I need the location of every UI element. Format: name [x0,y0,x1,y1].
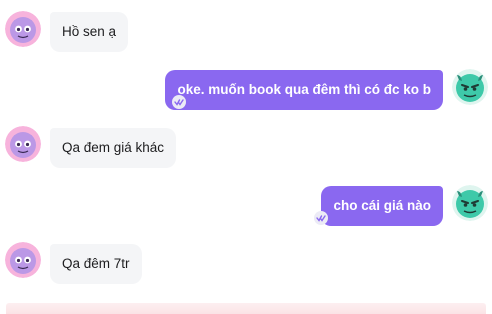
incoming-message-bubble[interactable]: Hồ sen ạ [50,12,129,52]
message-row-incoming: Hồ sen ạ [0,11,492,56]
green-monster-icon [452,69,488,105]
purple-monster-avatar[interactable] [5,11,41,47]
message-row-incoming: Qa đem giá khác [0,126,492,172]
message-row-outgoing: oke. muốn book qua đêm thì có đc ko b [0,69,492,114]
next-message-preview [6,303,486,314]
purple-monster-avatar[interactable] [5,126,41,162]
purple-monster-icon [5,126,41,162]
purple-monster-icon [5,11,41,47]
message-row-incoming: Qa đêm 7tr [0,242,492,288]
purple-monster-avatar[interactable] [5,242,41,278]
green-monster-avatar[interactable] [452,185,488,221]
message-row-outgoing: cho cái giá nào [0,185,492,230]
purple-monster-icon [5,242,41,278]
incoming-message-bubble[interactable]: Qa đêm 7tr [50,244,142,284]
green-monster-avatar[interactable] [452,69,488,105]
green-monster-icon [452,185,488,221]
incoming-message-bubble[interactable]: Qa đem giá khác [50,128,177,168]
outgoing-message-bubble[interactable]: oke. muốn book qua đêm thì có đc ko b [165,70,443,110]
read-check-icon [314,211,328,225]
outgoing-message-bubble[interactable]: cho cái giá nào [321,186,443,226]
read-check-icon [172,95,186,109]
